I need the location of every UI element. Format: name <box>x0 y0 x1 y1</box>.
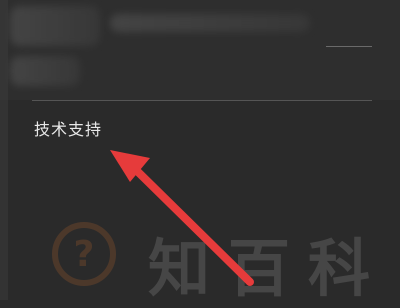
blurred-block <box>10 56 80 86</box>
tech-support-menu-item[interactable]: 技术支持 <box>16 110 388 146</box>
short-divider <box>326 46 372 47</box>
section-divider <box>32 100 372 101</box>
question-mark-icon: ? <box>52 222 116 286</box>
arrow-head <box>110 150 150 182</box>
watermark-text: 知百科 <box>148 232 389 305</box>
blurred-avatar <box>10 6 100 46</box>
left-edge-strip <box>0 0 8 300</box>
tech-support-label: 技术支持 <box>34 120 103 139</box>
arrow-shaft <box>128 162 254 286</box>
blurred-text-line <box>110 14 310 32</box>
watermark: ? 知百科 <box>52 212 392 305</box>
blurred-header-panel <box>0 0 400 100</box>
